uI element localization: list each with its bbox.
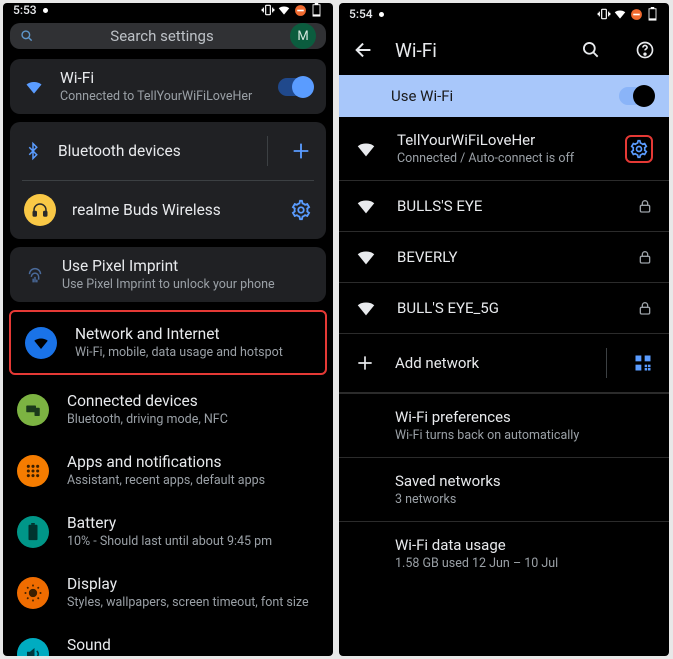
divider xyxy=(267,136,268,166)
network-settings-button[interactable] xyxy=(625,135,653,163)
wifi-status-icon xyxy=(613,7,627,21)
network-row[interactable]: BULL'S EYE_5G xyxy=(339,283,669,334)
wifi-status-icon xyxy=(277,3,291,17)
status-bar: 5:53 xyxy=(3,3,333,17)
wifi-signal-icon xyxy=(355,246,377,268)
use-wifi-toggle[interactable] xyxy=(619,87,653,105)
apps-notifications-row[interactable]: Apps and notifications Assistant, recent… xyxy=(3,440,333,501)
fingerprint-icon xyxy=(24,264,46,286)
battery-row[interactable]: Battery 10% - Should last until about 9:… xyxy=(3,501,333,562)
battery-icon xyxy=(645,7,659,21)
wifi-circle-icon xyxy=(25,327,57,359)
headphone-icon xyxy=(24,194,56,226)
search-button[interactable] xyxy=(581,40,601,60)
apps-icon xyxy=(17,455,49,487)
add-bluetooth-button[interactable] xyxy=(290,140,312,162)
bluetooth-title: Bluetooth devices xyxy=(58,142,245,160)
imprint-sub: Use Pixel Imprint to unlock your phone xyxy=(62,277,312,292)
notification-dot-icon xyxy=(379,12,384,17)
wifi-title: Wi-Fi xyxy=(60,69,262,87)
devices-icon xyxy=(17,394,49,426)
display-row[interactable]: Display Styles, wallpapers, screen timeo… xyxy=(3,562,333,623)
wifi-appbar: Wi-Fi xyxy=(339,25,669,75)
imprint-title: Use Pixel Imprint xyxy=(62,257,312,275)
avatar[interactable]: M xyxy=(290,23,316,49)
dnd-icon xyxy=(293,3,307,17)
wifi-icon xyxy=(24,77,44,97)
wifi-screen: 5:54 Wi-Fi Use Wi-Fi TellYourWiF xyxy=(339,3,669,656)
wifi-quick-row[interactable]: Wi-Fi Connected to TellYourWiFiLoveHer xyxy=(10,59,326,114)
saved-networks-row[interactable]: Saved networks 3 networks xyxy=(339,457,669,521)
ssid-sub: Connected / Auto-connect is off xyxy=(397,151,605,166)
realme-row[interactable]: realme Buds Wireless xyxy=(10,181,326,239)
status-bar: 5:54 xyxy=(339,3,669,25)
lock-icon xyxy=(637,249,653,265)
back-button[interactable] xyxy=(353,39,375,61)
connected-network-row[interactable]: TellYourWiFiLoveHer Connected / Auto-con… xyxy=(339,117,669,181)
help-button[interactable] xyxy=(635,40,655,60)
network-internet-row[interactable]: Network and Internet Wi-Fi, mobile, data… xyxy=(9,310,327,375)
display-icon xyxy=(17,577,49,609)
sound-row[interactable]: Sound Volume, vibration, Do Not Disturb xyxy=(3,623,333,656)
bluetooth-icon xyxy=(24,140,42,162)
ssid: TellYourWiFiLoveHer xyxy=(397,131,605,149)
plus-icon xyxy=(355,353,375,373)
battery-circle-icon xyxy=(17,516,49,548)
battery-icon xyxy=(309,3,323,17)
search-icon xyxy=(20,29,34,43)
lock-icon xyxy=(637,300,653,316)
use-wifi-row[interactable]: Use Wi-Fi xyxy=(339,75,669,117)
search-settings[interactable]: Search settings M xyxy=(10,23,326,49)
wifi-sub: Connected to TellYourWiFiLoveHer xyxy=(60,89,262,104)
wifi-signal-icon xyxy=(355,195,377,217)
dnd-icon xyxy=(629,7,643,21)
lock-icon xyxy=(637,198,653,214)
wifi-signal-icon xyxy=(355,138,377,160)
bluetooth-row[interactable]: Bluetooth devices xyxy=(10,122,326,180)
wifi-toggle[interactable] xyxy=(278,78,312,96)
use-wifi-label: Use Wi-Fi xyxy=(391,87,453,105)
wifi-signal-icon xyxy=(355,297,377,319)
vibrate-icon xyxy=(597,7,611,21)
add-network-row[interactable]: Add network xyxy=(339,334,669,393)
clock: 5:54 xyxy=(349,7,373,21)
realme-title: realme Buds Wireless xyxy=(72,201,274,219)
connected-devices-row[interactable]: Connected devices Bluetooth, driving mod… xyxy=(3,379,333,440)
device-settings-button[interactable] xyxy=(290,199,312,221)
divider xyxy=(606,348,607,378)
network-row[interactable]: BULLS'S EYE xyxy=(339,181,669,232)
appbar-title: Wi-Fi xyxy=(395,39,437,62)
net-title: Network and Internet xyxy=(75,325,311,343)
clock: 5:53 xyxy=(13,3,37,17)
pixel-imprint-row[interactable]: Use Pixel Imprint Use Pixel Imprint to u… xyxy=(10,247,326,302)
wifi-preferences-row[interactable]: Wi-Fi preferences Wi-Fi turns back on au… xyxy=(339,393,669,457)
notification-dot-icon xyxy=(43,8,48,13)
network-row[interactable]: BEVERLY xyxy=(339,232,669,283)
sound-icon xyxy=(17,638,49,657)
wifi-data-usage-row[interactable]: Wi-Fi data usage 1.58 GB used 12 Jun – 1… xyxy=(339,521,669,585)
vibrate-icon xyxy=(261,3,275,17)
scan-qr-button[interactable] xyxy=(633,353,653,373)
settings-screen: 5:53 Search settings M xyxy=(3,3,333,656)
search-placeholder: Search settings xyxy=(48,27,276,45)
net-sub: Wi-Fi, mobile, data usage and hotspot xyxy=(75,345,311,360)
